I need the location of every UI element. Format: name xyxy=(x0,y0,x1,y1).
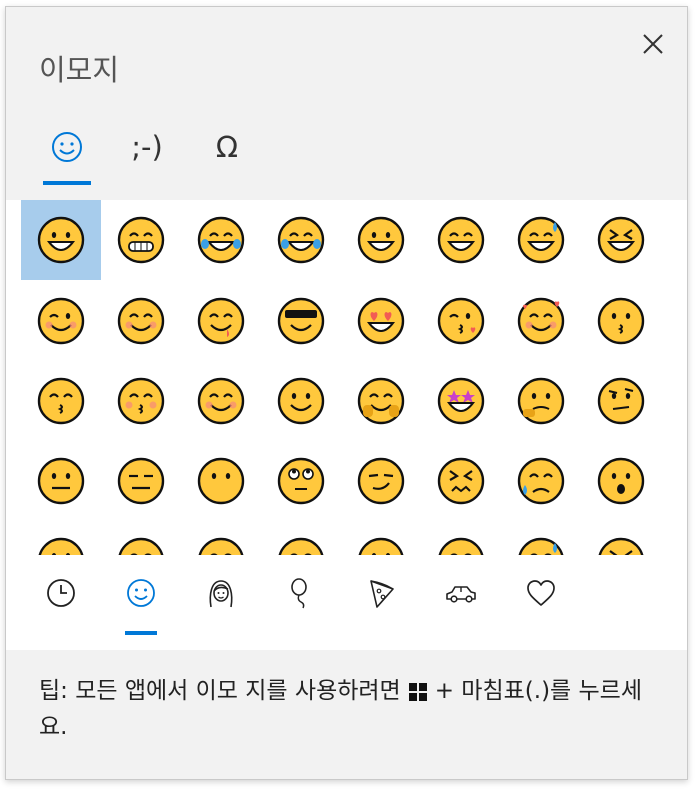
close-icon xyxy=(643,34,663,54)
emoji-persevering-face[interactable] xyxy=(421,441,501,521)
emoji-partial-row-item[interactable] xyxy=(501,521,581,555)
emoji-face-raised-eyebrow[interactable] xyxy=(581,361,661,441)
emoji-partial-row-item[interactable] xyxy=(421,521,501,555)
smiley-icon xyxy=(52,132,82,162)
emoji-partial-row-item[interactable] xyxy=(101,521,181,555)
smiley-icon xyxy=(127,579,155,607)
emoji-kissing-face-smiling-eyes[interactable] xyxy=(21,361,101,441)
emoji-smiling-face-smiling-eyes[interactable] xyxy=(101,281,181,361)
emoji-grinning-face-sweat[interactable] xyxy=(501,200,581,280)
emoji-partial-row-item[interactable] xyxy=(261,521,341,555)
emoji-partial-row-item[interactable] xyxy=(21,521,101,555)
emoji-star-struck[interactable] xyxy=(421,361,501,441)
heart-icon xyxy=(527,580,555,606)
category-bar xyxy=(6,555,687,650)
panel-title: 이모지 xyxy=(39,53,120,87)
tip-prefix: 팁: 모든 앱에서 이모 지를 사용하려면 xyxy=(39,678,401,704)
person-icon xyxy=(209,580,233,608)
emoji-face-savoring-food[interactable] xyxy=(181,281,261,361)
category-food[interactable] xyxy=(353,565,409,635)
category-smileys[interactable] xyxy=(113,565,169,635)
tab-kaomoji[interactable]: ;-) xyxy=(119,125,175,185)
balloon-icon xyxy=(291,578,307,609)
emoji-partial-row-item[interactable] xyxy=(581,521,661,555)
tab-active-indicator xyxy=(43,181,91,185)
tab-symbols[interactable]: Ω xyxy=(199,125,255,185)
emoji-face-with-tears-of-joy[interactable] xyxy=(181,200,261,280)
emoji-smiling-face-sunglasses[interactable] xyxy=(261,281,341,361)
emoji-neutral-face[interactable] xyxy=(21,441,101,521)
emoji-partial-row-item[interactable] xyxy=(181,521,261,555)
emoji-smiling-face-heart-eyes[interactable] xyxy=(341,281,421,361)
emoji-panel: 이모지 ;-) Ω 팁: 모든 앱에서 이모 지를 사용하려면 + 마침표(.)… xyxy=(5,6,688,780)
tab-kaomoji-label: ;-) xyxy=(131,130,163,164)
category-symbols[interactable] xyxy=(513,565,569,635)
emoji-grinning-face-big-eyes[interactable] xyxy=(341,200,421,280)
emoji-slightly-smiling-face[interactable] xyxy=(261,361,341,441)
tab-emoji[interactable] xyxy=(39,125,95,185)
emoji-face-without-mouth[interactable] xyxy=(181,441,261,521)
category-recent[interactable] xyxy=(33,565,89,635)
emoji-face-rolling-eyes[interactable] xyxy=(261,441,341,521)
close-button[interactable] xyxy=(636,27,670,61)
emoji-grinning-squinting-face[interactable] xyxy=(421,200,501,280)
clock-icon xyxy=(47,579,75,607)
emoji-grid xyxy=(6,200,687,555)
emoji-rolling-on-floor-laughing[interactable] xyxy=(261,200,341,280)
emoji-smiling-face[interactable] xyxy=(181,361,261,441)
emoji-partial-row-item[interactable] xyxy=(341,521,421,555)
category-travel[interactable] xyxy=(433,565,489,635)
emoji-kissing-face[interactable] xyxy=(581,281,661,361)
tab-symbols-label: Ω xyxy=(215,130,239,164)
category-people[interactable] xyxy=(193,565,249,635)
emoji-beaming-face[interactable] xyxy=(101,200,181,280)
tip-text: 팁: 모든 앱에서 이모 지를 사용하려면 + 마침표(.)를 누르세요. xyxy=(39,675,659,744)
car-icon xyxy=(446,586,476,603)
category-active-indicator xyxy=(125,631,157,635)
emoji-expressionless-face[interactable] xyxy=(101,441,181,521)
emoji-winking-face[interactable] xyxy=(21,281,101,361)
emoji-hugging-face[interactable] xyxy=(341,361,421,441)
tab-strip: ;-) Ω xyxy=(39,125,339,185)
emoji-squinting-face[interactable] xyxy=(581,200,661,280)
category-celebration[interactable] xyxy=(273,565,329,635)
emoji-smirking-face[interactable] xyxy=(341,441,421,521)
emoji-hushed-face[interactable] xyxy=(581,441,661,521)
emoji-smiling-face-with-hearts[interactable] xyxy=(501,281,581,361)
emoji-face-blowing-kiss[interactable] xyxy=(421,281,501,361)
emoji-sad-relieved-face[interactable] xyxy=(501,441,581,521)
emoji-thinking-face[interactable] xyxy=(501,361,581,441)
pizza-icon xyxy=(370,580,394,608)
emoji-kissing-face-closed-eyes[interactable] xyxy=(101,361,181,441)
emoji-grinning-face[interactable] xyxy=(21,200,101,280)
windows-logo-icon xyxy=(408,678,427,711)
